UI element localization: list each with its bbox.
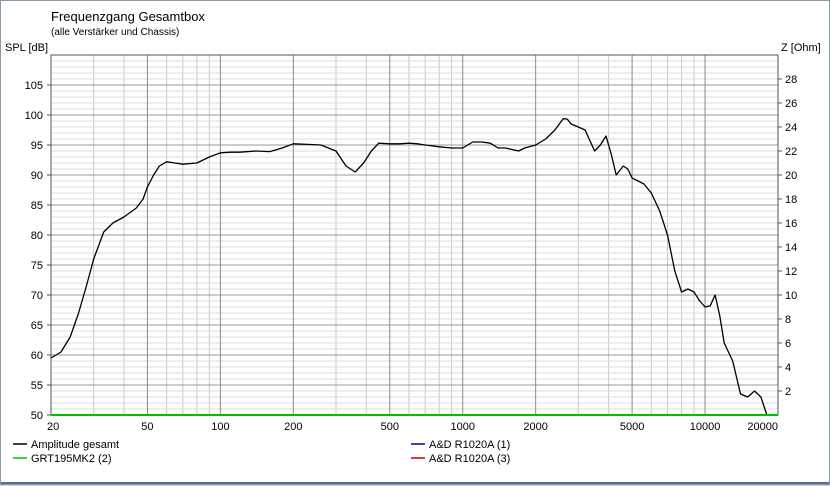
legend-entry: A&D R1020A (1) — [429, 439, 510, 451]
legend-entry: A&D R1020A (3) — [429, 453, 510, 465]
x-tick-label: 10000 — [690, 421, 721, 433]
y-tick-label: 90 — [31, 170, 43, 182]
x-tick-label: 100 — [211, 421, 229, 433]
grid — [50, 54, 779, 416]
frequency-response-chart: Frequenzgang Gesamtbox (alle Verstärker … — [5, 9, 821, 465]
x-tick-label: 200 — [284, 421, 302, 433]
y2-tick-label: 22 — [785, 146, 797, 158]
y-tick-label: 60 — [31, 350, 43, 362]
y2-tick-label: 20 — [785, 170, 797, 182]
y2-tick-label: 10 — [785, 290, 797, 302]
y-tick-label: 100 — [25, 110, 43, 122]
legend-entry: GRT195MK2 (2) — [31, 453, 112, 465]
y-tick-label: 75 — [31, 260, 43, 272]
chart-subtitle: (alle Verstärker und Chassis) — [51, 27, 179, 38]
x-tick-label: 2000 — [523, 421, 547, 433]
y-tick-label: 50 — [31, 410, 43, 422]
y-tick-label: 70 — [31, 290, 43, 302]
x-tick-label: 20000 — [747, 421, 778, 433]
x-tick-label: 20 — [47, 421, 59, 433]
chart-window: Frequenzgang Gesamtbox (alle Verstärker … — [0, 0, 830, 485]
x-tick-label: 500 — [381, 421, 399, 433]
y2-tick-label: 6 — [785, 338, 791, 350]
y-tick-label: 85 — [31, 200, 43, 212]
y-tick-label: 105 — [25, 80, 43, 92]
y2-tick-label: 24 — [785, 122, 797, 134]
y2-tick-label: 4 — [785, 362, 791, 374]
y2-tick-label: 26 — [785, 98, 797, 110]
y2-tick-label: 18 — [785, 194, 797, 206]
y2-axis-label: Z [Ohm] — [781, 42, 821, 54]
y2-tick-label: 16 — [785, 218, 797, 230]
y2-tick-label: 8 — [785, 314, 791, 326]
y-tick-label: 95 — [31, 140, 43, 152]
y2-tick-label: 12 — [785, 266, 797, 278]
x-tick-label: 1000 — [450, 421, 474, 433]
y-axis-label: SPL [dB] — [5, 42, 48, 54]
x-tick-label: 5000 — [620, 421, 644, 433]
y2-tick-label: 2 — [785, 386, 791, 398]
y2-tick-label: 14 — [785, 242, 797, 254]
y2-tick-label: 28 — [785, 74, 797, 86]
y-tick-label: 55 — [31, 380, 43, 392]
y-tick-label: 65 — [31, 320, 43, 332]
chart-title: Frequenzgang Gesamtbox — [51, 9, 205, 24]
x-tick-label: 50 — [141, 421, 153, 433]
legend-entry: Amplitude gesamt — [31, 439, 119, 451]
window-bottom-border — [1, 482, 829, 484]
y-tick-label: 80 — [31, 230, 43, 242]
legend: Amplitude gesamt GRT195MK2 (2) A&D R1020A … — [13, 439, 510, 465]
